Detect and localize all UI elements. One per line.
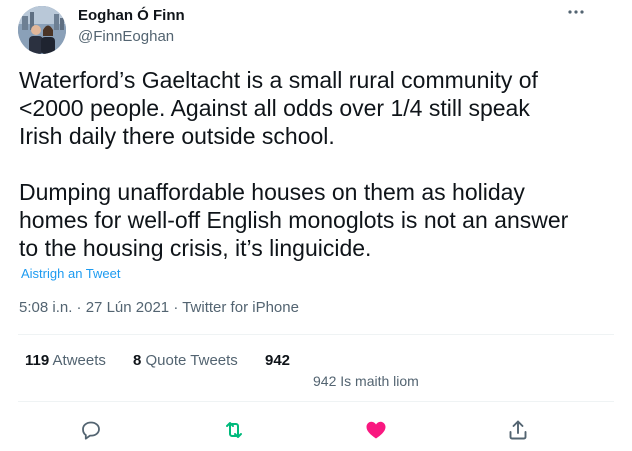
retweets-count: 119	[25, 352, 50, 369]
tweet-source[interactable]: Twitter for iPhone	[182, 299, 299, 316]
tweet-card: Eoghan Ó Finn @FinnEoghan Waterford’s Ga…	[0, 0, 632, 451]
like-button[interactable]	[364, 418, 388, 442]
tweet-time[interactable]: 5:08 i.n.	[19, 299, 72, 316]
share-button[interactable]	[506, 418, 530, 442]
translate-tweet-link[interactable]: Aistrigh an Tweet	[21, 266, 120, 281]
divider	[18, 401, 614, 402]
user-display-name[interactable]: Eoghan Ó Finn	[78, 7, 185, 24]
retweets-stat[interactable]: 119 Atweets	[25, 352, 106, 369]
more-horizontal-icon	[568, 10, 584, 14]
retweets-label: Atweets	[52, 352, 106, 369]
share-icon	[509, 420, 527, 440]
likes-label[interactable]: 942 Is maith liom	[313, 373, 419, 389]
avatar[interactable]	[18, 6, 66, 54]
user-handle[interactable]: @FinnEoghan	[78, 28, 174, 45]
tweet-date[interactable]: 27 Lún 2021	[86, 299, 169, 316]
reply-icon	[82, 421, 100, 440]
quote-tweets-stat[interactable]: 8 Quote Tweets	[133, 352, 238, 369]
avatar-photo	[18, 6, 66, 54]
reply-button[interactable]	[79, 418, 103, 442]
tweet-metadata: 5:08 i.n. · 27 Lún 2021 · Twitter for iP…	[19, 299, 299, 316]
meta-separator: ·	[76, 299, 82, 316]
retweet-button[interactable]	[222, 418, 246, 442]
divider	[18, 334, 614, 335]
retweet-icon	[226, 422, 242, 438]
meta-separator: ·	[173, 299, 179, 316]
tweet-text: Waterford’s Gaeltacht is a small rural c…	[19, 67, 569, 261]
quotes-count: 8	[133, 352, 142, 369]
quotes-label: Quote Tweets	[145, 352, 238, 369]
more-options-button[interactable]	[566, 2, 586, 27]
likes-count[interactable]: 942	[265, 352, 290, 369]
heart-icon	[366, 421, 386, 439]
